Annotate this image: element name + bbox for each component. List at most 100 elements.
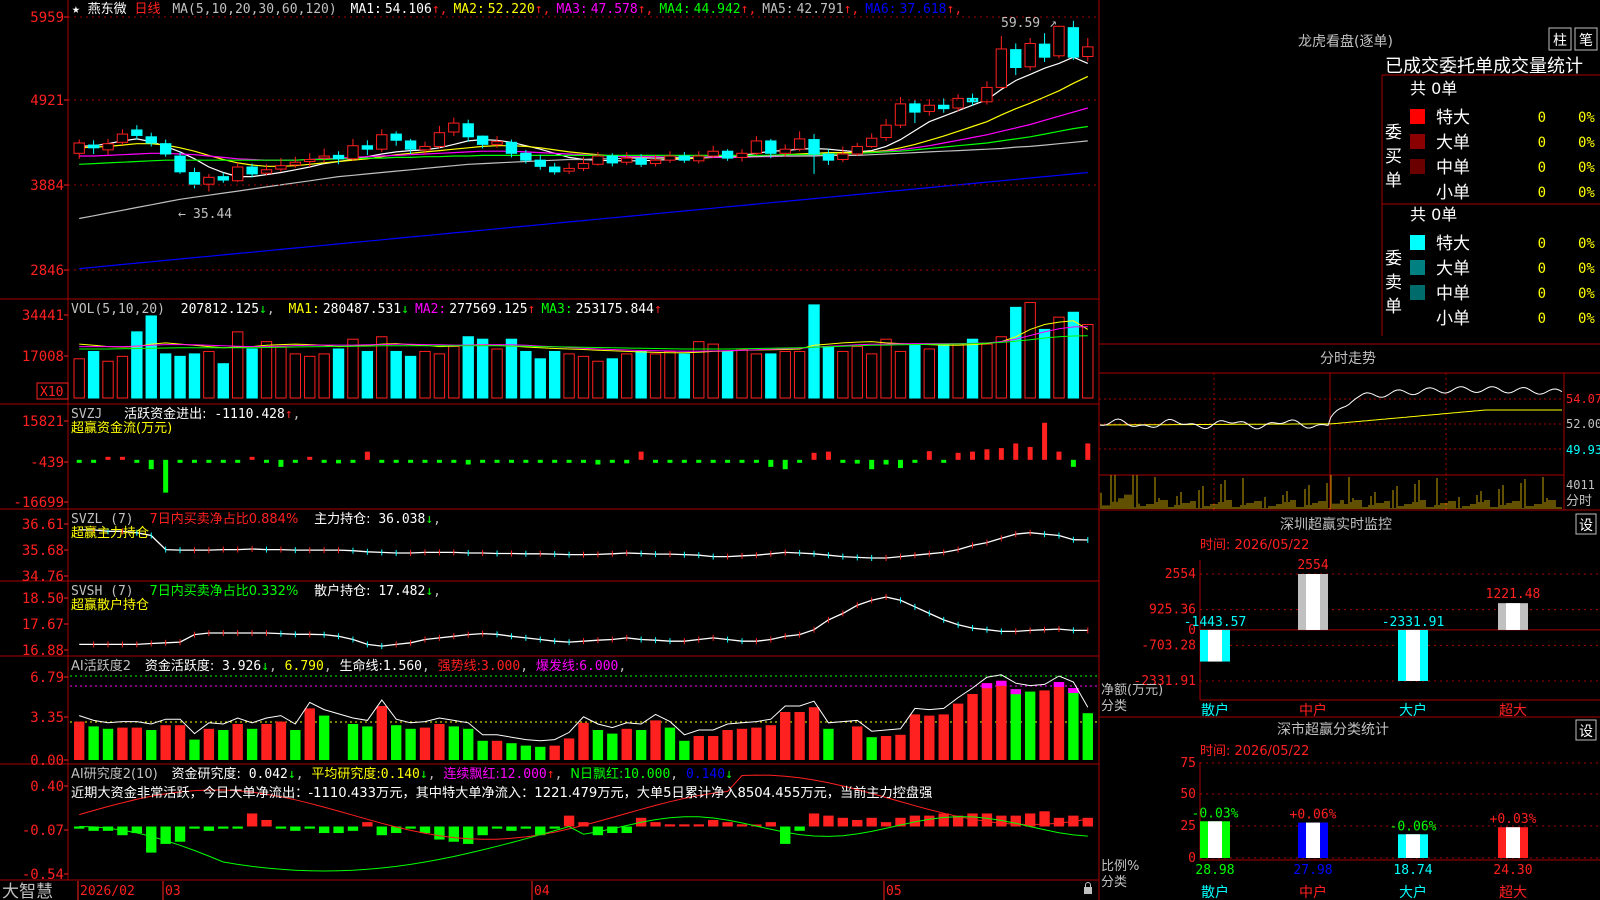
candle-up[interactable]	[347, 145, 359, 160]
svzj-bar	[696, 459, 702, 463]
candle-down[interactable]	[1010, 49, 1022, 68]
order-size-label: 特大	[1436, 108, 1470, 128]
candle-down[interactable]	[765, 140, 777, 154]
activity-bar	[290, 730, 301, 760]
candle-up[interactable]	[894, 103, 907, 126]
volume-bar	[491, 348, 503, 399]
candle-up[interactable]	[304, 158, 316, 163]
candle-down[interactable]	[404, 140, 417, 150]
dragon-tiger-panel[interactable]: 龙虎看盘(逐单) 柱 笔 已成交委托单成交量统计 共 0单委买单特大 0 0%大单 0…	[1298, 27, 1598, 329]
candle-up[interactable]	[73, 142, 85, 154]
candle-up[interactable]	[837, 153, 849, 160]
candle-up[interactable]	[563, 167, 575, 172]
candle-down[interactable]	[246, 166, 258, 175]
candle-up[interactable]	[952, 97, 964, 109]
svzl-panel[interactable]: 36.61 35.68 34.76 SVZL (7) 7日内买卖净占比0.884% …	[22, 511, 1089, 585]
volume-bar	[361, 350, 374, 399]
order-percent: 0%	[1578, 185, 1595, 201]
candle-up[interactable]	[693, 155, 705, 162]
candle-down[interactable]	[909, 103, 921, 113]
volume-bar	[246, 348, 258, 399]
candlestick-panel[interactable]: 5959 4921 3884 2846 59.59 ↗ ← 35.44 ★ 燕东微 日…	[30, 2, 1099, 279]
candle-down[interactable]	[822, 153, 835, 161]
candle-down[interactable]	[534, 159, 546, 167]
candle-up[interactable]	[779, 148, 791, 154]
ai-activity-panel[interactable]: 6.79 3.35 0.00 AI活跃度2 资金活跃度: 3.926↓, 6.790…	[30, 658, 1097, 769]
lhb-title: 龙虎看盘(逐单)	[1298, 33, 1393, 50]
volume-bar	[1024, 301, 1036, 399]
order-size-label: 中单	[1436, 284, 1470, 304]
activity-bar	[463, 728, 474, 760]
candle-up[interactable]	[116, 133, 129, 143]
candle-down[interactable]	[361, 145, 374, 150]
candle-down[interactable]	[808, 139, 820, 155]
candle-up[interactable]	[880, 124, 892, 139]
shenzhen-monitor-panel[interactable]: 深圳超赢实时监控 设 时间: 2026/05/22 2554925.360-70…	[1101, 513, 1600, 719]
candle-down[interactable]	[1038, 43, 1051, 58]
candle-down[interactable]	[938, 104, 950, 110]
candle-up[interactable]	[318, 155, 330, 159]
candle-up[interactable]	[448, 122, 460, 133]
candle-up[interactable]	[232, 166, 244, 182]
svsh-panel[interactable]: 18.50 17.67 16.88 SVSH (7) 7日内买卖净占比0.332% …	[22, 583, 1089, 659]
chart-stage[interactable]: 5959 4921 3884 2846 59.59 ↗ ← 35.44 ★ 燕东微 日…	[0, 0, 1600, 900]
candle-down[interactable]	[678, 155, 691, 161]
candle-up[interactable]	[851, 145, 863, 155]
candle-up[interactable]	[793, 138, 806, 150]
candle-down[interactable]	[145, 136, 157, 144]
candle-up[interactable]	[649, 159, 662, 165]
candle-down[interactable]	[174, 155, 186, 173]
candle-down[interactable]	[188, 172, 201, 185]
candle-down[interactable]	[476, 135, 489, 145]
candle-down[interactable]	[1067, 27, 1080, 58]
candle-up[interactable]	[260, 169, 273, 174]
candle-up[interactable]	[621, 157, 633, 163]
candle-down[interactable]	[548, 166, 561, 173]
sz-axis-label2: 分类	[1101, 699, 1127, 714]
y-tick-label: 36.61	[22, 517, 64, 533]
activity-bar	[909, 714, 921, 760]
candle-down[interactable]	[606, 155, 619, 164]
shenzhen-category-panel[interactable]: 深市超赢分类统计 设 时间: 2026/05/22 7550250 -0.03%…	[1101, 719, 1600, 900]
candle-down[interactable]	[390, 133, 402, 141]
candle-down[interactable]	[332, 154, 345, 160]
candle-up[interactable]	[376, 134, 388, 150]
candle-up[interactable]	[1082, 46, 1094, 58]
candle-up[interactable]	[275, 165, 287, 170]
candle-up[interactable]	[865, 137, 878, 147]
volume-panel[interactable]: 34441 17008 X10 VOL(5,10,20) 207812.125↓,…	[22, 301, 1094, 400]
candle-up[interactable]	[736, 152, 748, 158]
activity-bar	[1082, 713, 1093, 760]
low-annotation: 35.44	[193, 207, 232, 222]
candle-up[interactable]	[433, 132, 446, 147]
svzj-panel[interactable]: 15821 -439 -16699 SVZJ 活跃资金进出: -1110.428↑,…	[13, 406, 1091, 511]
candle-up[interactable]	[707, 150, 719, 157]
candle-down[interactable]	[721, 150, 734, 159]
candle-down[interactable]	[159, 143, 172, 155]
candle-down[interactable]	[520, 152, 532, 161]
candle-down[interactable]	[635, 158, 647, 165]
candle-down[interactable]	[462, 123, 474, 138]
candle-down[interactable]	[217, 176, 229, 181]
candle-up[interactable]	[995, 48, 1008, 88]
candle-up[interactable]	[419, 145, 431, 151]
candle-up[interactable]	[577, 163, 590, 169]
candle-down[interactable]	[505, 141, 518, 154]
candle-up[interactable]	[102, 143, 114, 151]
candle-up[interactable]	[1024, 42, 1036, 68]
candle-up[interactable]	[664, 155, 676, 161]
candle-up[interactable]	[289, 161, 302, 166]
y-tick-label: 34441	[22, 308, 64, 324]
candle-up[interactable]	[491, 141, 503, 145]
candle-up[interactable]	[592, 155, 604, 165]
ai-research-panel[interactable]: 0.40 -0.07 -0.54 AI研究度2(10) 资金研究度: 0.042↓,…	[22, 766, 1093, 883]
candle-down[interactable]	[87, 144, 100, 149]
intraday-panel[interactable]: 分时走势 54.07 52.00 49.93 4011 分时	[1099, 351, 1600, 510]
svzj-bar	[191, 459, 197, 463]
candle-down[interactable]	[131, 129, 143, 136]
candle-up[interactable]	[203, 176, 215, 185]
candle-up[interactable]	[923, 104, 935, 112]
ai-research-header: AI研究度2(10) 资金研究度: 0.042↓, 平均研究度:0.140↓, …	[71, 766, 733, 782]
candle-up[interactable]	[750, 140, 763, 154]
lock-icon[interactable]	[1084, 887, 1092, 894]
